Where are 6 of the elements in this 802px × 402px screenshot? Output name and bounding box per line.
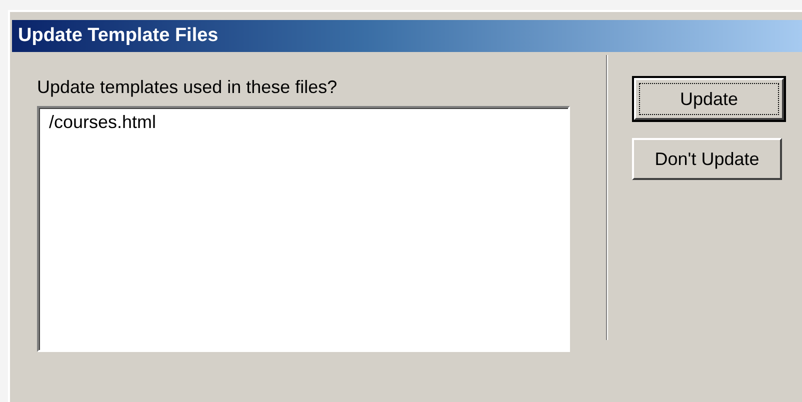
file-item[interactable]: /courses.html (47, 112, 158, 133)
window-title: Update Template Files (12, 20, 802, 52)
prompt-text: Update templates used in these files? (37, 77, 338, 98)
update-button[interactable]: Update (634, 78, 784, 120)
file-list[interactable]: /courses.html (37, 106, 570, 352)
dont-update-button[interactable]: Don't Update (632, 138, 782, 180)
